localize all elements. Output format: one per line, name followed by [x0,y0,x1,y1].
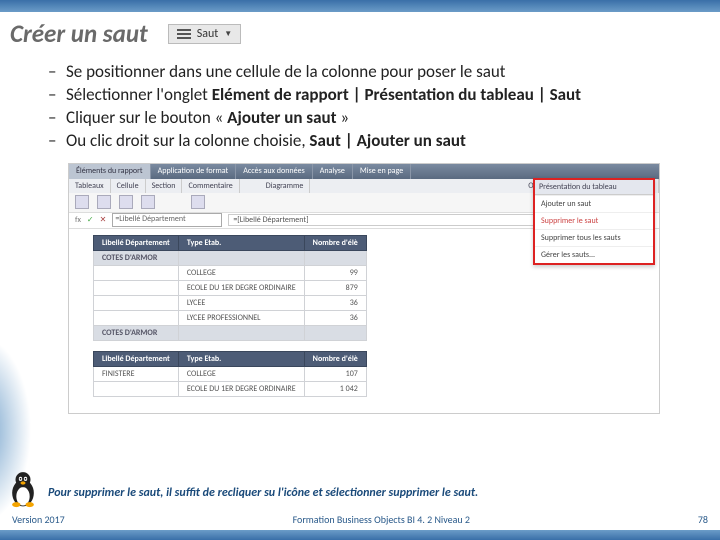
tab-analyse[interactable]: Analyse [313,164,353,179]
slide-footer: Version 2017 Formation Business Objects … [0,513,720,526]
formula-dropdown[interactable]: =Libellé Département [112,213,222,227]
page-title: Créer un saut [10,18,148,49]
break-icon [177,29,191,39]
tux-icon [6,468,40,508]
subtab-commentaire[interactable]: Commentaire [182,179,239,193]
tool-icon[interactable] [119,195,133,209]
menu-remove-break[interactable]: Supprimer le saut [535,212,653,229]
tab-format[interactable]: Application de format [151,164,237,179]
instruction-list: Se positionner dans une cellule de la co… [0,57,720,163]
tab-data[interactable]: Accès aux données [236,164,313,179]
menu-header-1: Présentation du tableau [539,182,617,192]
tab-elements[interactable]: Éléments du rapport [69,164,151,179]
saut-label: Saut [197,27,219,41]
footer-title: Formation Business Objects BI 4. 2 Nivea… [293,513,470,526]
delete-note: Pour supprimer le saut, il suffit de rec… [48,486,478,500]
menu-add-break[interactable]: Ajouter un saut [535,195,653,212]
tool-icon[interactable] [141,195,155,209]
subtab-tableaux[interactable]: Tableaux [69,179,111,193]
check-icon[interactable]: ✓ [87,215,94,225]
screenshot-area: Éléments du rapport Application de forma… [68,163,660,414]
footer-page: 78 [698,513,708,526]
chevron-down-icon: ▼ [224,29,232,39]
ribbon-tabs: Éléments du rapport Application de forma… [69,164,659,179]
tool-icon[interactable] [97,195,111,209]
saut-dropdown[interactable]: Saut ▼ [168,24,242,44]
break-menu: Présentation du tableau Ajouter un saut … [533,178,655,265]
tab-layout[interactable]: Mise en page [353,164,411,179]
tool-icon[interactable] [191,195,205,209]
cancel-icon[interactable]: ✕ [100,215,107,225]
data-table-1: Libellé DépartementType Etab.Nombre d'él… [93,235,367,341]
menu-manage-breaks[interactable]: Gérer les sauts... [535,246,653,263]
menu-remove-all[interactable]: Supprimer tous les sauts [535,229,653,246]
subtab-cellule[interactable]: Cellule [111,179,146,193]
fx-label: fx [75,215,81,225]
subtab-section[interactable]: Section [146,179,183,193]
tool-icon[interactable] [75,195,89,209]
subtab-diagramme[interactable]: Diagramme [260,179,311,193]
data-table-2: Libellé DépartementType Etab.Nombre d'él… [93,351,367,397]
footer-version: Version 2017 [12,513,65,526]
